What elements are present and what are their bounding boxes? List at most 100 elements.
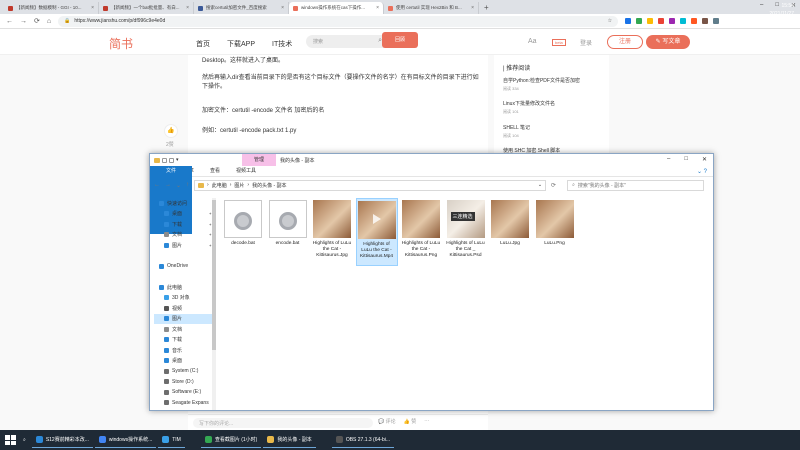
browser-tab[interactable]: 搜索certutil加密文件_百度搜索 × (194, 2, 289, 14)
download-badge[interactable]: 回顾 (382, 32, 418, 48)
browser-tab[interactable]: windows操作系统在cas下操作... × (289, 2, 384, 14)
home-icon[interactable]: ⌂ (47, 18, 51, 25)
browser-tab[interactable]: 【新闻频】数据模制 - GGI - 10... × (4, 2, 99, 14)
customize-toolbar-icon[interactable]: ▾ (176, 157, 179, 163)
tab-close-icon[interactable]: × (376, 5, 379, 11)
extension-icon[interactable] (669, 18, 676, 24)
file-item[interactable]: Highlights of LuLu the Cat - Kittisaurus… (400, 198, 442, 266)
ribbon-tab-view[interactable]: 查看 (202, 166, 228, 177)
file-item[interactable]: Highlights of LuLu the Cat - Kittisaurus… (355, 198, 398, 266)
sidebar-item[interactable]: 自学Python:检查PDF文件是否加密 阅读 334 (503, 77, 580, 92)
nav-item[interactable]: Seagate Expans (154, 398, 212, 409)
font-size-toggle[interactable]: Aa (528, 38, 537, 45)
start-icon[interactable] (3, 433, 17, 447)
taskbar-item[interactable]: 查看截图片 (1小时) (200, 432, 262, 448)
recent-icon[interactable]: ⌄ (176, 182, 181, 189)
taskbar-item[interactable]: TIM (158, 432, 185, 448)
extension-icon[interactable] (636, 18, 643, 24)
nav-item[interactable]: 桌面 ✦ (154, 209, 212, 220)
breadcrumb-item[interactable]: 此电脑 (212, 182, 227, 189)
extension-icon[interactable] (713, 18, 720, 24)
forward-icon[interactable]: → (20, 18, 27, 25)
nav-item[interactable]: OneDrive (154, 261, 212, 272)
nav-download-app[interactable]: 下载APP (227, 39, 255, 49)
quick-access-folder-icon[interactable] (169, 157, 174, 163)
extension-icon[interactable] (658, 18, 665, 24)
nav-item[interactable]: Store (D:) (154, 377, 212, 388)
nav-item[interactable]: 此电脑 (154, 282, 212, 293)
file-item[interactable]: Highlights of LuLu the Cat - Kittisaurus… (311, 198, 353, 266)
comment-input[interactable]: 写下你的评论... (193, 418, 373, 428)
navigation-scrollbar[interactable] (212, 198, 216, 410)
minimize-icon[interactable]: – (667, 156, 670, 163)
up-icon[interactable]: ↑ (186, 182, 189, 188)
forward-icon[interactable]: → (165, 182, 171, 188)
reload-icon[interactable]: ⟳ (34, 17, 40, 25)
nav-item[interactable]: 下载 ✦ (154, 219, 212, 230)
close-icon[interactable]: ✕ (702, 156, 707, 163)
refresh-icon[interactable]: ⟳ (551, 182, 556, 189)
star-icon[interactable]: ☆ (608, 18, 612, 24)
nav-item[interactable]: Software (E:) (154, 387, 212, 398)
file-item[interactable]: encode.bat (267, 198, 309, 266)
file-item[interactable]: decode.bat (222, 198, 264, 266)
tab-close-icon[interactable]: × (471, 5, 474, 11)
write-article-button[interactable]: ✎ 写文章 (646, 35, 690, 49)
breadcrumb[interactable]: › 此电脑 › 图片 › 我的头像 - 副本 ⌄ (194, 179, 547, 191)
file-item[interactable]: LuLu.Jpg (489, 198, 531, 266)
quick-access-check-icon[interactable] (162, 157, 167, 163)
breadcrumb-item[interactable]: 我的头像 - 副本 (252, 182, 286, 189)
file-item[interactable]: LuLu.Png (534, 198, 576, 266)
taskbar-item[interactable]: 我的头像 - 副本 (263, 432, 316, 448)
taskbar-item[interactable]: S12赛前精彩本改... (31, 432, 93, 448)
extension-icon[interactable] (625, 18, 632, 24)
nav-item[interactable]: 下载 (154, 335, 212, 346)
new-tab-button[interactable]: + (479, 3, 494, 12)
nav-item[interactable]: 音乐 (154, 345, 212, 356)
nav-it-tech[interactable]: IT技术 (272, 39, 292, 49)
tab-close-icon[interactable]: × (186, 5, 189, 11)
system-clock[interactable]: 15:54 2021/11/27 (769, 2, 794, 18)
taskbar-item[interactable]: OBS 27.1.3 (64-bi... (331, 432, 395, 448)
beta-badge[interactable]: beta (552, 39, 566, 46)
back-icon[interactable]: ← (154, 182, 160, 188)
site-search-input[interactable]: 搜索 ⌕ (306, 35, 388, 48)
site-logo[interactable]: 简书 (109, 35, 133, 52)
taskbar-item[interactable]: windows操作系统... (94, 432, 157, 448)
nav-item[interactable]: 桌面 (154, 356, 212, 367)
nav-item[interactable]: 文档 ✦ (154, 230, 212, 241)
sidebar-item[interactable]: Linux下批量修改文件名 阅读 101 (503, 100, 555, 115)
maximize-icon[interactable]: □ (684, 156, 688, 163)
more-icon[interactable]: ··· (424, 418, 429, 425)
nav-home[interactable]: 首页 (196, 39, 210, 49)
login-link[interactable]: 登录 (580, 38, 592, 47)
back-icon[interactable]: ← (6, 18, 13, 25)
nav-item[interactable]: 3D 对象 (154, 293, 212, 304)
comment-icon[interactable]: 💬 评论 (378, 418, 396, 425)
extension-icon[interactable] (680, 18, 687, 24)
file-item[interactable]: 三连精选 Highlights of LuLu the Cat _ Kittisa… (445, 198, 487, 266)
tab-close-icon[interactable]: × (281, 5, 284, 11)
chevron-down-icon[interactable]: ⌄ (538, 182, 542, 188)
register-button[interactable]: 注册 (607, 35, 643, 49)
nav-item[interactable]: 图片 ✦ (154, 240, 212, 251)
search-icon[interactable]: ⌕ (19, 432, 30, 448)
manage-tab[interactable]: 管理 (242, 154, 276, 166)
nav-item[interactable]: 图片 (154, 313, 212, 324)
nav-item[interactable]: 文档 (154, 324, 212, 335)
breadcrumb-item[interactable]: 图片 (234, 182, 244, 189)
nav-item[interactable]: 视频 (154, 303, 212, 314)
extension-icon[interactable] (702, 18, 709, 24)
nav-item[interactable]: System (C:) (154, 366, 212, 377)
explorer-search-input[interactable]: ⌕ 搜索"我的头像 - 副本" (567, 179, 705, 191)
browser-tab[interactable]: 使用 certutil 实现 Hex2Bin 和 B... × (384, 2, 479, 14)
url-field[interactable]: 🔒 https://www.jianshu.com/p/df996c9e4e0d… (58, 15, 619, 27)
sidebar-item[interactable]: SHELL 笔记 阅读 104 (503, 124, 530, 139)
extension-icon[interactable] (647, 18, 654, 24)
help-icon[interactable]: ⌄ ? (697, 168, 713, 175)
like-icon[interactable]: 👍 (164, 124, 178, 138)
browser-tab[interactable]: 【新闻频】一个bat批批量、有白... × (99, 2, 194, 14)
minimize-icon[interactable]: – (760, 2, 763, 9)
ribbon-tab-video-tools[interactable]: 视频工具 (228, 166, 264, 177)
extension-icon[interactable] (691, 18, 698, 24)
